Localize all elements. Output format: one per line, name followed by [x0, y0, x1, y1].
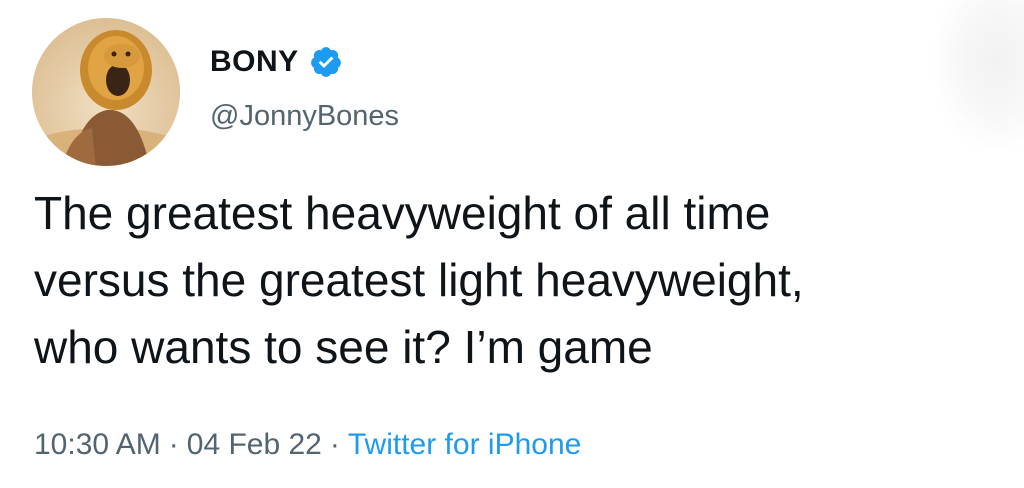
tweet-text-line: who wants to see it? I’m game: [34, 321, 653, 373]
tweet-time[interactable]: 10:30 AM: [34, 428, 161, 461]
tweet-meta: 10:30 AM · 04 Feb 22 · Twitter for iPhone: [34, 428, 581, 462]
author-handle[interactable]: @JonnyBones: [210, 100, 399, 133]
author-name-row[interactable]: BONY: [210, 42, 343, 82]
verified-badge-icon: [309, 45, 343, 79]
tweet-text-line: versus the greatest light heavyweight,: [34, 254, 804, 306]
tweet-text: The greatest heavyweight of all time ver…: [34, 180, 1014, 381]
tweet-card: BONY @JonnyBones The greatest heavyweigh…: [0, 0, 1024, 488]
meta-separator: ·: [329, 428, 340, 461]
tweet-date[interactable]: 04 Feb 22: [187, 428, 322, 461]
lion-headdress-avatar-image: [32, 18, 180, 166]
tweet-source-link[interactable]: Twitter for iPhone: [348, 428, 581, 461]
background-smudge: [934, 0, 1024, 150]
meta-separator: ·: [168, 428, 179, 461]
tweet-text-line: The greatest heavyweight of all time: [34, 187, 771, 239]
avatar[interactable]: [32, 18, 180, 166]
display-name[interactable]: BONY: [210, 45, 299, 79]
